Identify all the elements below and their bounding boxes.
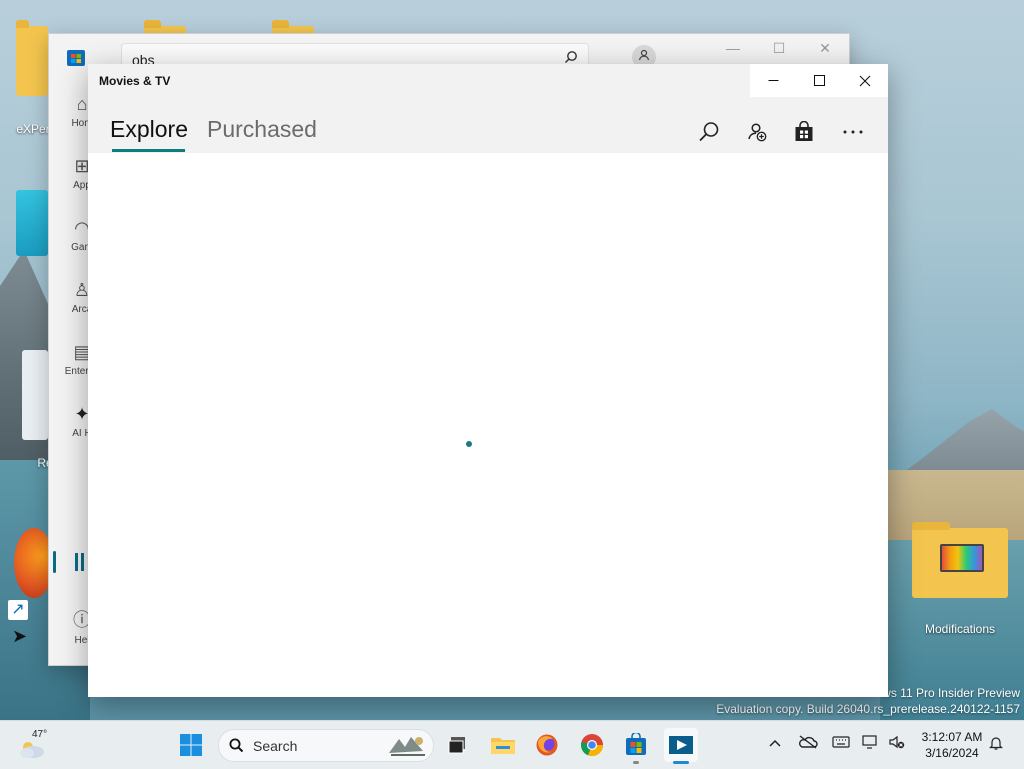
search-highlight-icon: [389, 737, 425, 756]
close-icon: [859, 75, 871, 86]
store-taskbar-button[interactable]: [621, 730, 651, 760]
start-icon: [180, 734, 202, 756]
minimize-button[interactable]: [750, 64, 796, 97]
add-account-icon: [748, 123, 767, 142]
store-logo-icon: [67, 50, 85, 66]
taskbar-search-box[interactable]: Search: [218, 729, 434, 762]
title-bar[interactable]: Movies & TV: [88, 64, 888, 97]
mouse-cursor-icon: ➤: [12, 626, 28, 646]
minimize-icon[interactable]: —: [723, 40, 743, 56]
more-icon: [843, 130, 863, 134]
app-header: Explore Purchased: [88, 97, 888, 153]
taskbar: 47° Search 3:12:07 AM 3/16/2024: [0, 720, 1024, 769]
recycle-bin-icon[interactable]: [22, 350, 48, 440]
active-tab-indicator: [112, 149, 185, 152]
movies-tv-icon: [669, 736, 693, 754]
tab-explore[interactable]: Explore: [110, 116, 188, 143]
onedrive-offline-icon[interactable]: [798, 735, 818, 752]
firefox-button[interactable]: [532, 730, 562, 760]
volume-muted-icon[interactable]: [888, 735, 906, 752]
watermark-line1: ws 11 Pro Insider Preview: [882, 686, 1020, 700]
shortcut-arrow-icon: ↗: [8, 600, 28, 620]
file-explorer-button[interactable]: [488, 730, 518, 760]
movies-tv-window: Movies & TV Explore Purchased: [88, 64, 888, 697]
tab-purchased[interactable]: Purchased: [207, 116, 317, 143]
clock-time: 3:12:07 AM: [921, 730, 983, 744]
task-view-icon: [448, 737, 465, 754]
window-title: Movies & TV: [99, 74, 171, 88]
store-icon: [626, 733, 646, 755]
window-controls: [750, 64, 888, 97]
desktop-icon-label[interactable]: Modifications: [900, 622, 1020, 636]
watermark-line2: Evaluation copy. Build 26040.rs_prerelea…: [716, 702, 1020, 716]
weather-widget[interactable]: 47°: [18, 729, 68, 761]
search-button[interactable]: [694, 117, 724, 147]
search-icon: [699, 122, 719, 142]
network-icon[interactable]: [862, 735, 880, 752]
maximize-icon[interactable]: ☐: [769, 40, 789, 57]
library-icon[interactable]: [75, 553, 85, 571]
folder-icon[interactable]: [16, 20, 48, 96]
taskbar-search-placeholder: Search: [253, 738, 298, 754]
movies-tv-taskbar-button[interactable]: [664, 728, 698, 762]
search-icon: [229, 738, 244, 753]
maximize-button[interactable]: [796, 64, 842, 97]
show-hidden-icons-chevron-icon[interactable]: [768, 735, 782, 751]
file-explorer-icon: [491, 738, 515, 754]
close-button[interactable]: [842, 64, 888, 97]
clock-date: 3/16/2024: [925, 746, 979, 760]
content-area: [88, 153, 888, 697]
desktop-icon-label[interactable]: eXPer: [16, 122, 50, 136]
modifications-folder-icon[interactable]: [912, 522, 1008, 598]
weather-cloud-icon: [20, 742, 44, 758]
chrome-button[interactable]: [577, 730, 607, 760]
account-button[interactable]: [742, 117, 772, 147]
store-button[interactable]: [789, 117, 819, 147]
keyboard-icon[interactable]: [832, 735, 850, 751]
notification-bell-icon[interactable]: [988, 735, 1004, 754]
task-view-button[interactable]: [442, 730, 472, 760]
more-options-button[interactable]: [838, 117, 868, 147]
store-running-indicator: [633, 761, 639, 764]
minimize-icon: [768, 80, 778, 81]
paint-palette-icon: [940, 544, 984, 572]
movies-tv-active-indicator: [673, 761, 689, 764]
firefox-icon: [536, 734, 558, 756]
clock[interactable]: 3:12:07 AM 3/16/2024: [912, 729, 992, 761]
store-bag-icon: [795, 121, 813, 141]
maximize-icon: [813, 75, 825, 86]
start-button[interactable]: [176, 730, 206, 760]
loading-spinner: [466, 441, 472, 447]
chrome-icon: [581, 734, 604, 757]
close-icon[interactable]: ✕: [815, 40, 835, 57]
store-nav-active-indicator: [53, 551, 56, 573]
app-tile-icon[interactable]: [16, 190, 48, 256]
